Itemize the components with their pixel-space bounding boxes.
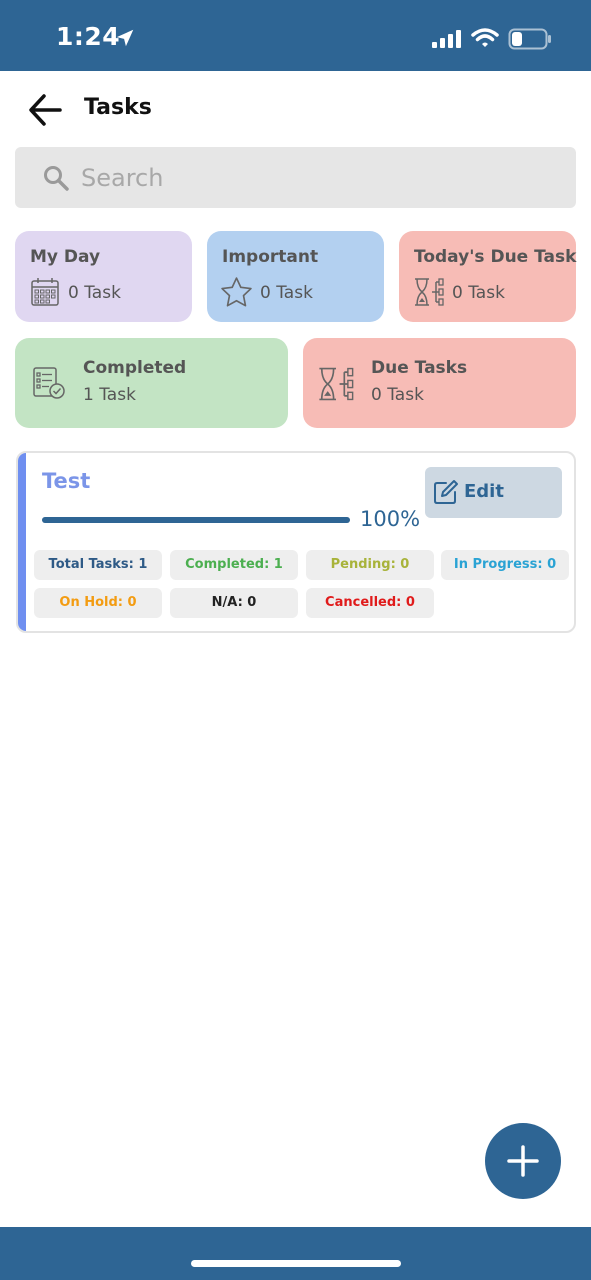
project-title: Test xyxy=(42,469,91,493)
card-title: My Day xyxy=(30,247,101,267)
hourglass-tree-icon xyxy=(415,278,444,306)
stat-completed: Completed: 1 xyxy=(170,550,298,580)
calendar-icon xyxy=(31,278,59,306)
card-title: Completed xyxy=(83,358,187,378)
stat-in-progress: In Progress: 0 xyxy=(441,550,569,580)
stat-pending: Pending: 0 xyxy=(306,550,434,580)
progress-percent: 100% xyxy=(360,507,421,531)
search-bar[interactable] xyxy=(15,147,576,208)
wifi-icon xyxy=(471,28,499,47)
search-input[interactable] xyxy=(79,157,563,199)
signal-icon xyxy=(432,30,461,48)
card-count: 0 Task xyxy=(371,385,424,405)
card-count: 0 Task xyxy=(260,283,313,303)
header: Tasks xyxy=(0,71,591,147)
edit-icon xyxy=(434,480,458,504)
search-icon xyxy=(44,166,69,191)
battery-icon xyxy=(508,28,551,50)
stat-na: N/A: 0 xyxy=(170,588,298,618)
home-indicator[interactable] xyxy=(191,1260,401,1267)
card-todays-due-task[interactable]: Today's Due Task 0 Task xyxy=(399,231,576,322)
project-accent-bar xyxy=(18,453,26,631)
card-count: 0 Task xyxy=(452,283,505,303)
add-task-button[interactable] xyxy=(485,1123,561,1199)
card-my-day[interactable]: My Day 0 Task xyxy=(15,231,192,322)
location-arrow-icon xyxy=(116,29,134,47)
progress-fill xyxy=(42,517,350,523)
hourglass-tree-icon xyxy=(319,367,354,401)
stat-cancelled: Cancelled: 0 xyxy=(306,588,434,618)
page-title: Tasks xyxy=(84,95,152,120)
bottom-bar xyxy=(0,1227,591,1280)
edit-label: Edit xyxy=(464,481,504,502)
card-title: Today's Due Task xyxy=(414,247,577,267)
plus-icon xyxy=(507,1145,539,1177)
card-title: Important xyxy=(222,247,319,267)
card-count: 0 Task xyxy=(68,283,121,303)
project-card[interactable]: Test Edit 100% Total Tasks: 1 Completed:… xyxy=(16,451,576,633)
status-bar: 1:24 xyxy=(0,0,591,71)
card-due-tasks[interactable]: Due Tasks 0 Task xyxy=(303,338,576,428)
stat-on-hold: On Hold: 0 xyxy=(34,588,162,618)
checklist-icon xyxy=(33,367,65,399)
status-time: 1:24 xyxy=(56,22,121,51)
back-arrow-icon[interactable] xyxy=(26,91,64,129)
card-completed[interactable]: Completed 1 Task xyxy=(15,338,288,428)
card-count: 1 Task xyxy=(83,385,136,405)
progress-bar xyxy=(42,517,350,523)
card-important[interactable]: Important 0 Task xyxy=(207,231,384,322)
stat-total-tasks: Total Tasks: 1 xyxy=(34,550,162,580)
star-icon xyxy=(221,277,252,307)
edit-button[interactable]: Edit xyxy=(425,467,562,518)
card-title: Due Tasks xyxy=(371,358,468,378)
